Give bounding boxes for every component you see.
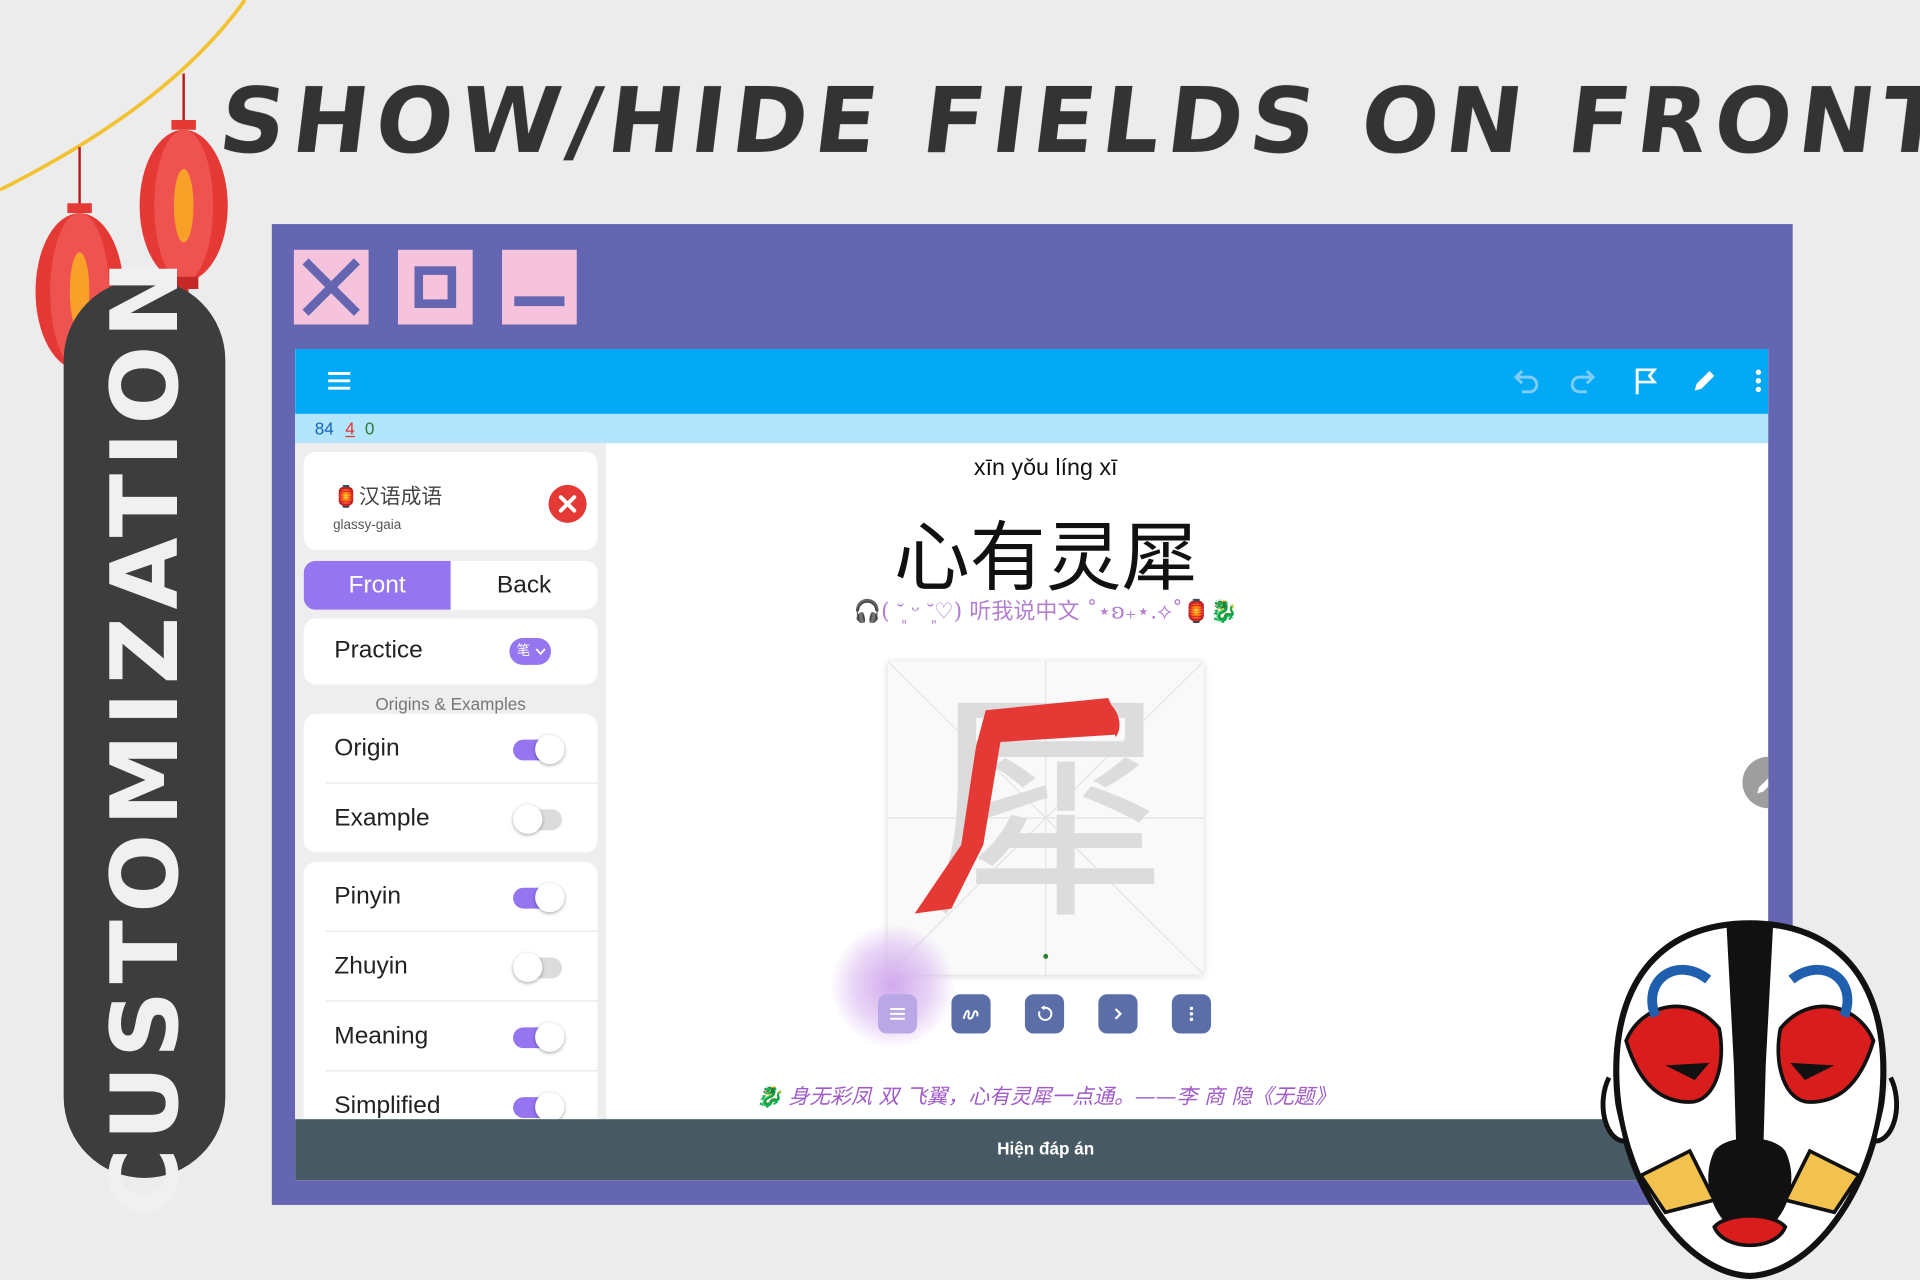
practice-mode-dropdown[interactable]: 笔 — [509, 637, 552, 665]
card-hanzi: 心有灵犀 — [893, 513, 1198, 603]
origins-card: Origin Example — [303, 713, 598, 853]
toolbar — [295, 348, 1769, 414]
review-counts: 84 4 0 — [295, 413, 1769, 444]
redo-icon[interactable] — [1565, 361, 1604, 400]
list-icon — [890, 1008, 905, 1020]
card-quote: 🐉 身无彩凤 双 飞翼，心有灵犀一点通。——李 商 隐《无题》 — [756, 1084, 1336, 1110]
app-screen: 84 4 0 🏮汉语成语 glassy-gaia Front Back Prac… — [295, 348, 1769, 1181]
toggle-zhuyin[interactable] — [513, 952, 564, 983]
toggle-knob — [513, 952, 543, 983]
maximize-icon — [414, 266, 457, 308]
close-icon — [302, 258, 360, 316]
toggle-example[interactable] — [513, 804, 564, 834]
toggle-simplified[interactable] — [513, 1092, 565, 1120]
field-label-meaning: Meaning — [334, 1022, 429, 1050]
stroke-order-canvas[interactable]: 犀 — [887, 660, 1205, 976]
learning-count: 4 — [345, 418, 355, 439]
tab-back[interactable]: Back — [451, 561, 598, 610]
toggle-pinyin[interactable] — [513, 882, 565, 913]
app-window: 84 4 0 🏮汉语成语 glassy-gaia Front Back Prac… — [271, 224, 1793, 1205]
practice-row[interactable]: Practice 笔 — [303, 618, 598, 685]
more-vert-icon — [1189, 1006, 1194, 1022]
chevron-down-icon — [535, 648, 546, 656]
new-count: 84 — [314, 418, 334, 439]
close-panel-button[interactable] — [548, 484, 587, 523]
stroke-more-button[interactable] — [1171, 994, 1212, 1034]
menu-icon[interactable] — [320, 361, 359, 400]
more-vert-icon[interactable] — [1739, 361, 1768, 400]
field-label-pinyin: Pinyin — [334, 882, 402, 910]
close-icon — [558, 495, 577, 513]
stroke-list-button[interactable] — [877, 994, 918, 1034]
stroke-next-button[interactable] — [1098, 994, 1138, 1034]
show-answer-label: Hiện đáp án — [997, 1138, 1095, 1159]
practice-badge: 笔 — [516, 644, 531, 659]
toggle-knob — [513, 804, 543, 834]
field-label-origin: Origin — [334, 734, 400, 762]
toggle-origin[interactable] — [513, 734, 565, 765]
undo-icon[interactable] — [1505, 361, 1544, 400]
card-tagline: 🎧( ˘͈ ᵕ ˘͈♡) 听我说中文 ˚⋆ʚ₊⋆.⟡˚🏮🐉 — [853, 598, 1238, 625]
opera-mask-icon — [1600, 920, 1900, 1279]
practice-label: Practice — [334, 636, 423, 664]
show-answer-button[interactable]: Hiện đáp án — [295, 1119, 1769, 1181]
fields-card: Pinyin Zhuyin Meaning Simplified — [303, 862, 598, 1120]
field-label-example: Example — [334, 804, 430, 832]
tab-front[interactable]: Front — [303, 560, 451, 610]
replay-icon — [1038, 1005, 1053, 1021]
deck-title: 🏮汉语成语 — [333, 484, 443, 510]
field-label-simplified: Simplified — [334, 1092, 441, 1120]
stroke-replay-button[interactable] — [1024, 994, 1065, 1034]
side-label: CUSTOMIZATION — [90, 252, 199, 1217]
edit-icon — [1757, 778, 1769, 794]
section-origins-examples: Origins & Examples — [375, 694, 526, 714]
toggle-knob — [535, 1092, 565, 1120]
maximize-button[interactable] — [397, 249, 473, 325]
stage: SHOW/HIDE FIELDS ON FRONT & BACK CUSTOMI… — [0, 0, 1920, 1280]
front-back-toggle: Front Back — [303, 560, 598, 610]
review-count: 0 — [364, 418, 375, 439]
field-settings-panel: 🏮汉语成语 glassy-gaia Front Back Practice 笔 … — [295, 443, 607, 1120]
scribble-icon — [962, 1009, 979, 1020]
flag-icon[interactable] — [1626, 361, 1665, 400]
toggle-knob — [535, 882, 565, 913]
field-label-zhuyin: Zhuyin — [334, 952, 408, 980]
toggle-meaning[interactable] — [513, 1022, 565, 1052]
deck-subtitle: glassy-gaia — [333, 517, 402, 533]
deck-card: 🏮汉语成语 glassy-gaia — [303, 451, 598, 550]
close-button[interactable] — [293, 249, 369, 325]
card-pinyin: xīn yǒu líng xī — [973, 455, 1118, 482]
toggle-knob — [535, 1022, 565, 1052]
side-drawer-handle[interactable] — [1742, 756, 1769, 809]
headline: SHOW/HIDE FIELDS ON FRONT & BACK — [213, 68, 1920, 174]
minimize-button[interactable] — [502, 249, 577, 325]
toggle-knob — [535, 734, 565, 765]
chevron-right-icon — [1114, 1008, 1122, 1020]
minimize-icon — [514, 296, 565, 307]
stroke-draw-button[interactable] — [951, 994, 991, 1034]
stroke-trace — [914, 697, 1120, 914]
edit-icon[interactable] — [1685, 361, 1724, 400]
